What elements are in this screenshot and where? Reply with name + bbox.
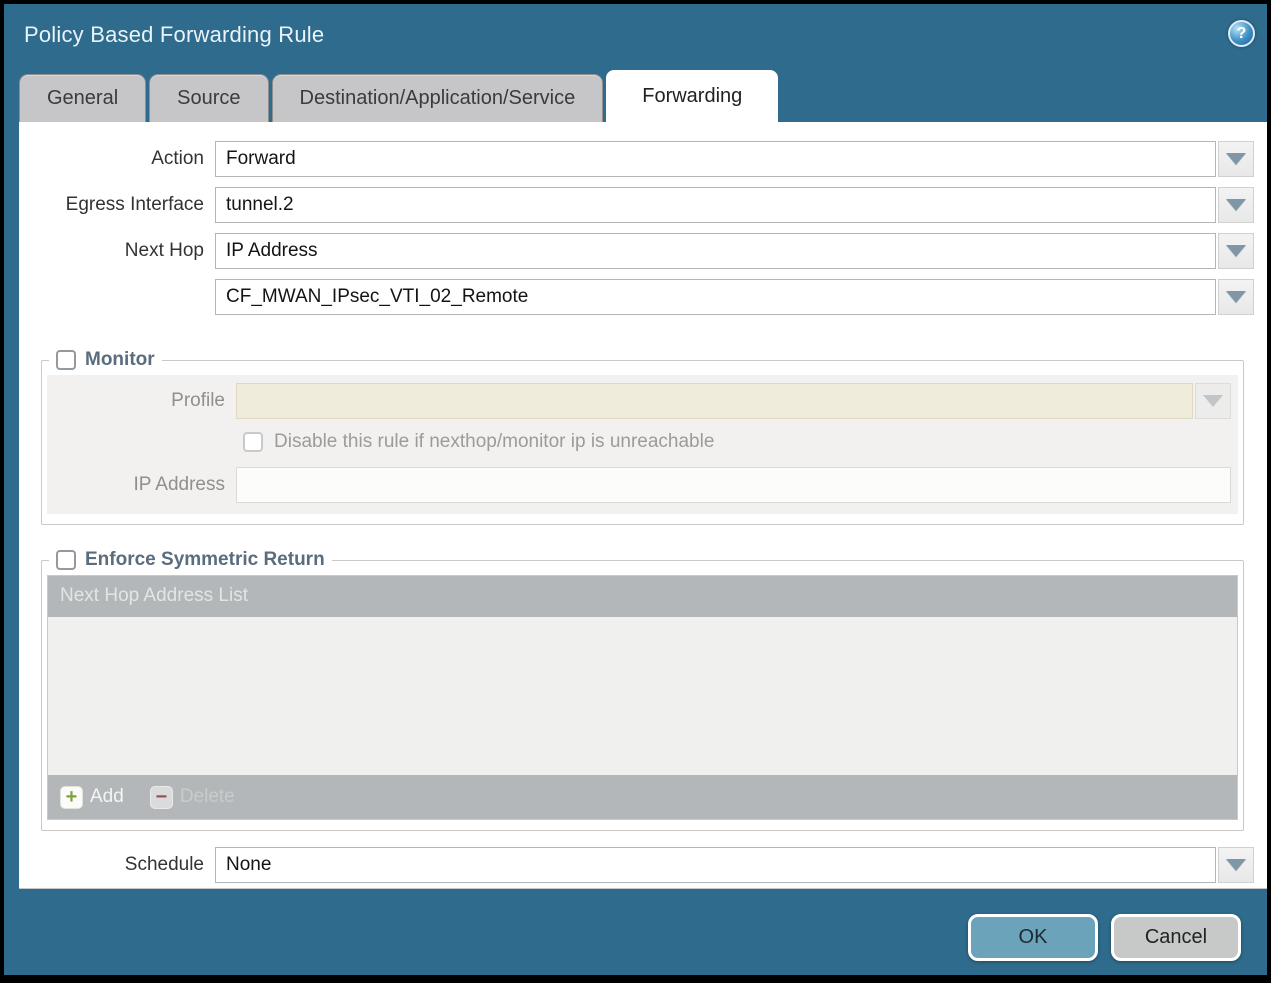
monitor-checkbox[interactable] <box>56 350 76 370</box>
profile-input <box>236 383 1193 419</box>
symmetric-return-fieldset: Enforce Symmetric Return Next Hop Addres… <box>41 549 1244 831</box>
disable-rule-label: Disable this rule if nexthop/monitor ip … <box>274 431 714 453</box>
action-row: Action <box>19 141 1254 177</box>
chevron-down-icon <box>1226 291 1246 303</box>
action-input[interactable] <box>215 141 1216 177</box>
action-combo <box>215 141 1254 177</box>
symmetric-return-legend-label: Enforce Symmetric Return <box>85 549 325 571</box>
plus-icon: + <box>60 786 83 809</box>
action-dropdown-button[interactable] <box>1218 141 1254 177</box>
monitor-ip-label: IP Address <box>47 474 236 496</box>
profile-row: Profile <box>47 383 1231 419</box>
symmetric-return-checkbox[interactable] <box>56 550 76 570</box>
schedule-combo <box>215 847 1254 883</box>
monitor-ip-input <box>236 467 1231 503</box>
next-hop-address-list-header: Next Hop Address List <box>48 576 1237 617</box>
delete-button-label: Delete <box>180 786 235 808</box>
next-hop-address-row <box>19 279 1254 315</box>
chevron-down-icon <box>1226 153 1246 165</box>
monitor-legend: Monitor <box>49 349 162 371</box>
dialog-title: Policy Based Forwarding Rule <box>24 22 324 48</box>
next-hop-address-list-table: Next Hop Address List + Add − Delete <box>47 575 1238 820</box>
egress-interface-input[interactable] <box>215 187 1216 223</box>
egress-interface-dropdown-button[interactable] <box>1218 187 1254 223</box>
delete-button: − Delete <box>150 786 235 809</box>
next-hop-dropdown-button[interactable] <box>1218 233 1254 269</box>
next-hop-row: Next Hop <box>19 233 1254 269</box>
tab-bar: General Source Destination/Application/S… <box>19 70 781 122</box>
next-hop-address-dropdown-button[interactable] <box>1218 279 1254 315</box>
next-hop-address-list-footer: + Add − Delete <box>48 775 1237 819</box>
next-hop-type-input[interactable] <box>215 233 1216 269</box>
action-label: Action <box>19 148 215 170</box>
chevron-down-icon <box>1226 859 1246 871</box>
symmetric-return-legend: Enforce Symmetric Return <box>49 549 332 571</box>
cancel-button[interactable]: Cancel <box>1111 914 1241 961</box>
dialog-footer: OK Cancel <box>968 914 1241 961</box>
next-hop-address-input[interactable] <box>215 279 1216 315</box>
egress-interface-label: Egress Interface <box>19 194 215 216</box>
profile-dropdown-button <box>1195 383 1231 419</box>
chevron-down-icon <box>1226 199 1246 211</box>
schedule-dropdown-button[interactable] <box>1218 847 1254 883</box>
tab-destination-application-service[interactable]: Destination/Application/Service <box>272 74 604 122</box>
tab-general[interactable]: General <box>19 74 146 122</box>
schedule-row: Schedule <box>19 847 1254 883</box>
next-hop-address-combo <box>215 279 1254 315</box>
egress-interface-combo <box>215 187 1254 223</box>
schedule-label: Schedule <box>19 854 215 876</box>
pbf-rule-dialog: Policy Based Forwarding Rule ? General S… <box>0 0 1271 983</box>
profile-label: Profile <box>47 390 236 412</box>
monitor-legend-label: Monitor <box>85 349 155 371</box>
next-hop-address-list-body[interactable] <box>48 617 1237 775</box>
monitor-ip-row: IP Address <box>47 467 1231 503</box>
forwarding-tab-panel: Action Egress Interface Next Hop <box>19 122 1267 889</box>
help-icon[interactable]: ? <box>1228 20 1255 47</box>
add-button-label: Add <box>90 786 124 808</box>
disable-rule-checkbox <box>243 432 263 452</box>
monitor-ip-combo <box>236 467 1231 503</box>
disable-rule-row: Disable this rule if nexthop/monitor ip … <box>243 431 1231 453</box>
tab-forwarding[interactable]: Forwarding <box>606 70 778 122</box>
egress-interface-row: Egress Interface <box>19 187 1254 223</box>
chevron-down-icon <box>1226 245 1246 257</box>
chevron-down-icon <box>1203 395 1223 407</box>
add-button[interactable]: + Add <box>60 786 124 809</box>
next-hop-label: Next Hop <box>19 240 215 262</box>
monitor-fieldset: Monitor Profile Disable this rule if nex… <box>41 349 1244 525</box>
ok-button[interactable]: OK <box>968 914 1098 961</box>
profile-combo <box>236 383 1231 419</box>
monitor-inner-panel: Profile Disable this rule if nexthop/mon… <box>47 375 1238 514</box>
tab-source[interactable]: Source <box>149 74 268 122</box>
next-hop-combo <box>215 233 1254 269</box>
minus-icon: − <box>150 786 173 809</box>
schedule-input[interactable] <box>215 847 1216 883</box>
